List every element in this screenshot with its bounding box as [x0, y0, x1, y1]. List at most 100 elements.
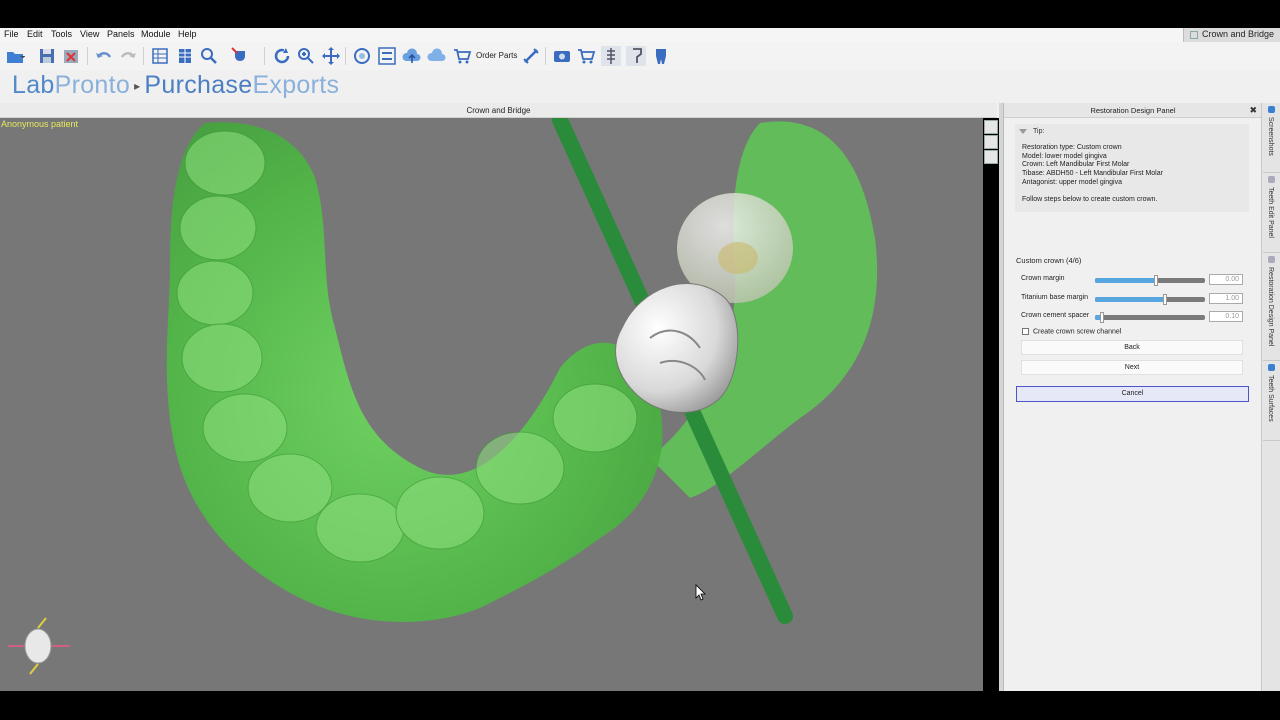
tooth-edit-icon — [1268, 176, 1275, 183]
slider-handle[interactable] — [1163, 294, 1168, 305]
tip-label: Tip: — [1033, 128, 1045, 135]
menu-view[interactable]: View — [80, 29, 99, 39]
crown-margin-row: Crown margin 0.00 — [1021, 274, 1246, 286]
crown-margin-value[interactable]: 0.00 — [1209, 274, 1243, 285]
viewport-toolstrip — [983, 118, 999, 691]
order-cart-icon[interactable] — [576, 46, 596, 66]
tab-restoration-design-label: Restoration Design Panel — [1267, 267, 1274, 347]
close-file-icon[interactable] — [61, 46, 81, 66]
menu-tools[interactable]: Tools — [51, 29, 72, 39]
surfaces-icon — [1268, 364, 1275, 371]
open-folder-icon[interactable] — [5, 46, 25, 66]
titanium-base-margin-slider[interactable] — [1095, 294, 1205, 305]
brand-purchase: Purchase — [144, 71, 253, 99]
implant-tool-icon[interactable] — [601, 46, 621, 66]
tip-line-tibase: Tibase: ABDH50 - Left Mandibular First M… — [1022, 170, 1163, 178]
tab-teeth-surfaces-label: Teeth Surfaces — [1267, 375, 1274, 422]
view-grid-icon[interactable] — [984, 150, 998, 164]
toolbar-separator — [545, 47, 546, 65]
slider-handle[interactable] — [1153, 275, 1158, 286]
titanium-base-margin-label: Titanium base margin — [1021, 294, 1089, 301]
tip-line-model: Model: lower model gingiva — [1022, 152, 1107, 160]
crown-margin-slider[interactable] — [1095, 275, 1205, 286]
camera-icon — [1268, 106, 1275, 113]
redo-icon[interactable] — [118, 46, 138, 66]
brand-lab: Lab — [12, 71, 55, 99]
collapse-triangle-icon — [1019, 128, 1027, 134]
top-letterbox — [0, 0, 1280, 28]
layers-icon[interactable] — [175, 46, 195, 66]
measure-icon[interactable] — [521, 46, 541, 66]
search-icon[interactable] — [199, 46, 219, 66]
main-toolbar: Order Parts — [0, 42, 1280, 70]
cancel-button[interactable]: Cancel — [1016, 386, 1249, 402]
transfer-icon[interactable] — [377, 46, 397, 66]
toolbar-separator — [345, 47, 346, 65]
tab-restoration-design[interactable]: Restoration Design Panel — [1263, 253, 1280, 361]
dental-model-render — [8, 118, 878, 675]
save-icon[interactable] — [37, 46, 57, 66]
tab-screenshots[interactable]: Screenshots — [1263, 103, 1280, 173]
screw-channel-checkbox[interactable] — [1022, 328, 1029, 335]
cloud-icon[interactable] — [427, 46, 447, 66]
tab-teeth-surfaces[interactable]: Teeth Surfaces — [1263, 361, 1280, 441]
zoom-icon[interactable] — [296, 46, 316, 66]
tooth-icon[interactable] — [651, 46, 671, 66]
toolbar-separator — [87, 47, 88, 65]
restoration-icon — [1268, 256, 1275, 263]
module-tab-label: Crown and Bridge — [1201, 29, 1274, 39]
pan-icon[interactable] — [321, 46, 341, 66]
toolbar-separator — [143, 47, 144, 65]
screw-channel-checkbox-row[interactable]: Create crown screw channel — [1022, 328, 1121, 335]
orientation-gizmo[interactable] — [8, 617, 70, 675]
brand-exports: Exports — [252, 71, 340, 99]
patient-name-label: Anonymous patient — [1, 119, 79, 129]
crown-cement-spacer-value[interactable]: 0.10 — [1209, 311, 1243, 322]
menu-file[interactable]: File — [4, 29, 19, 39]
slider-fill — [1095, 278, 1156, 283]
screenshot-icon[interactable] — [552, 46, 572, 66]
panel-title: Restoration Design Panel — [1004, 103, 1262, 118]
cart-icon[interactable] — [452, 46, 472, 66]
side-tab-strip: Screenshots Teeth Edit Panel Restoration… — [1261, 103, 1280, 691]
tab-screenshots-label: Screenshots — [1267, 117, 1274, 156]
tip-line-crown: Crown: Left Mandibular First Molar — [1022, 161, 1130, 169]
crown-margin-label: Crown margin — [1021, 275, 1065, 282]
tip-line-restoration-type: Restoration type: Custom crown — [1022, 144, 1122, 151]
titanium-base-margin-value[interactable]: 1.00 — [1209, 293, 1243, 304]
slider-handle[interactable] — [1099, 312, 1104, 323]
module-tab-crown-and-bridge[interactable]: Crown and Bridge — [1182, 28, 1280, 43]
back-button[interactable]: Back — [1021, 340, 1243, 355]
brand-arrow-icon: ▸ — [134, 79, 141, 94]
3d-viewport[interactable]: Anonymous patient — [0, 118, 983, 691]
module-icon — [1189, 31, 1198, 39]
titanium-base-margin-row: Titanium base margin 1.00 — [1021, 293, 1246, 305]
bottom-letterbox — [0, 691, 1280, 720]
brand-logo: LabPronto ▸ PurchaseExports — [12, 71, 339, 101]
undo-icon[interactable] — [94, 46, 114, 66]
next-button[interactable]: Next — [1021, 360, 1243, 375]
menu-help[interactable]: Help — [178, 29, 197, 39]
menu-edit[interactable]: Edit — [27, 29, 43, 39]
application-window: File Edit Tools View Panels Module Help … — [0, 28, 1280, 691]
tooth-pin-icon[interactable] — [230, 46, 250, 66]
reset-view-icon[interactable] — [352, 46, 372, 66]
abutment-tool-icon[interactable] — [626, 46, 646, 66]
grid-view-icon[interactable] — [150, 46, 170, 66]
close-icon[interactable]: ✖ — [1249, 103, 1257, 118]
cloud-upload-icon[interactable] — [402, 46, 422, 66]
rotate-icon[interactable] — [272, 46, 292, 66]
menu-panels[interactable]: Panels — [107, 29, 135, 39]
menu-module[interactable]: Module — [141, 29, 171, 39]
crown-cement-spacer-row: Crown cement spacer 0.10 — [1021, 311, 1246, 323]
tab-teeth-edit[interactable]: Teeth Edit Panel — [1263, 173, 1280, 253]
tip-details: Restoration type: Custom crown Model: lo… — [1022, 144, 1163, 188]
step-section-label: Custom crown (4/6) — [1016, 256, 1082, 265]
view-eye-icon[interactable] — [984, 135, 998, 149]
restoration-design-panel: Restoration Design Panel ✖ Tip: Restorat… — [1003, 103, 1262, 691]
crown-cement-spacer-slider[interactable] — [1095, 312, 1205, 323]
tab-teeth-edit-label: Teeth Edit Panel — [1267, 187, 1274, 238]
view-pen-icon[interactable] — [984, 120, 998, 134]
order-parts-button[interactable]: Order Parts — [476, 51, 517, 60]
tip-header[interactable]: Tip: — [1019, 128, 1044, 135]
